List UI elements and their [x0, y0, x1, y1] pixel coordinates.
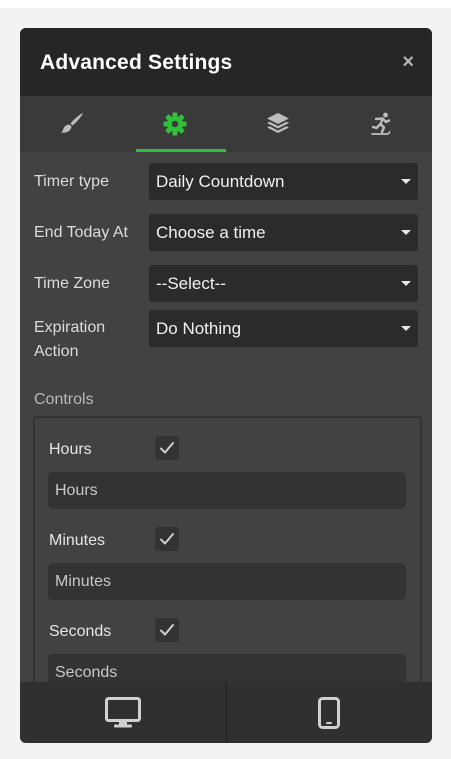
chevron-down-icon: [401, 230, 411, 235]
expiration-action-select[interactable]: Do Nothing: [149, 310, 418, 347]
minutes-label: Minutes: [49, 532, 106, 549]
minutes-input-value: Minutes: [55, 573, 112, 590]
chevron-down-icon: [401, 326, 411, 331]
paintbrush-icon: [60, 113, 83, 133]
time-zone-label: Time Zone: [34, 275, 110, 292]
end-today-at-label: End Today At: [34, 224, 128, 241]
chevron-down-icon: [401, 281, 411, 286]
tab-settings[interactable]: [123, 96, 226, 152]
hours-checkbox[interactable]: [155, 436, 179, 460]
tab-animation[interactable]: [329, 96, 432, 152]
checkmark-icon: [160, 533, 174, 545]
mobile-icon: [318, 696, 341, 729]
seconds-checkbox[interactable]: [155, 618, 179, 642]
desktop-view-button[interactable]: [20, 682, 226, 743]
controls-heading: Controls: [34, 391, 94, 408]
time-zone-value: --Select--: [156, 274, 226, 293]
timer-type-select[interactable]: Daily Countdown: [149, 163, 418, 200]
advanced-settings-panel: Advanced Settings × Timer type Daily Cou…: [20, 28, 432, 743]
checkmark-icon: [160, 624, 174, 636]
panel-title: Advanced Settings: [40, 51, 233, 74]
page-top-strip: [0, 0, 451, 8]
expiration-action-label-line1: Expiration: [34, 319, 106, 336]
settings-tabs: [20, 96, 432, 152]
time-zone-select[interactable]: --Select--: [149, 265, 418, 302]
hours-input[interactable]: Hours: [48, 472, 406, 509]
close-button[interactable]: ×: [402, 52, 414, 72]
chevron-down-icon: [401, 179, 411, 184]
expiration-action-label-line2: Action: [34, 343, 79, 360]
hours-input-value: Hours: [55, 482, 98, 499]
layers-icon: [266, 113, 289, 133]
seconds-input[interactable]: Seconds: [48, 654, 406, 682]
hours-label: Hours: [49, 441, 92, 458]
desktop-icon: [104, 696, 141, 727]
expiration-action-value: Do Nothing: [156, 319, 242, 338]
expiration-action-label: Expiration Action: [34, 316, 105, 364]
controls-group: Hours Hours Minutes Minutes Seconds Seco…: [33, 416, 422, 682]
gear-icon: [163, 112, 186, 136]
settings-content: Timer type Daily Countdown End Today At …: [20, 152, 432, 682]
mobile-view-button[interactable]: [227, 682, 433, 743]
end-today-at-value: Choose a time: [156, 223, 266, 242]
seconds-label: Seconds: [49, 623, 112, 640]
end-today-at-select[interactable]: Choose a time: [149, 214, 418, 251]
tab-layers[interactable]: [226, 96, 329, 152]
timer-type-value: Daily Countdown: [156, 172, 285, 191]
tab-style[interactable]: [20, 96, 123, 152]
timer-type-label: Timer type: [34, 173, 109, 190]
seconds-input-value: Seconds: [55, 664, 118, 681]
minutes-input[interactable]: Minutes: [48, 563, 406, 600]
device-toolbar: [20, 682, 432, 743]
panel-header: Advanced Settings ×: [20, 28, 432, 96]
skater-icon: [370, 112, 390, 135]
minutes-checkbox[interactable]: [155, 527, 179, 551]
checkmark-icon: [160, 442, 174, 454]
